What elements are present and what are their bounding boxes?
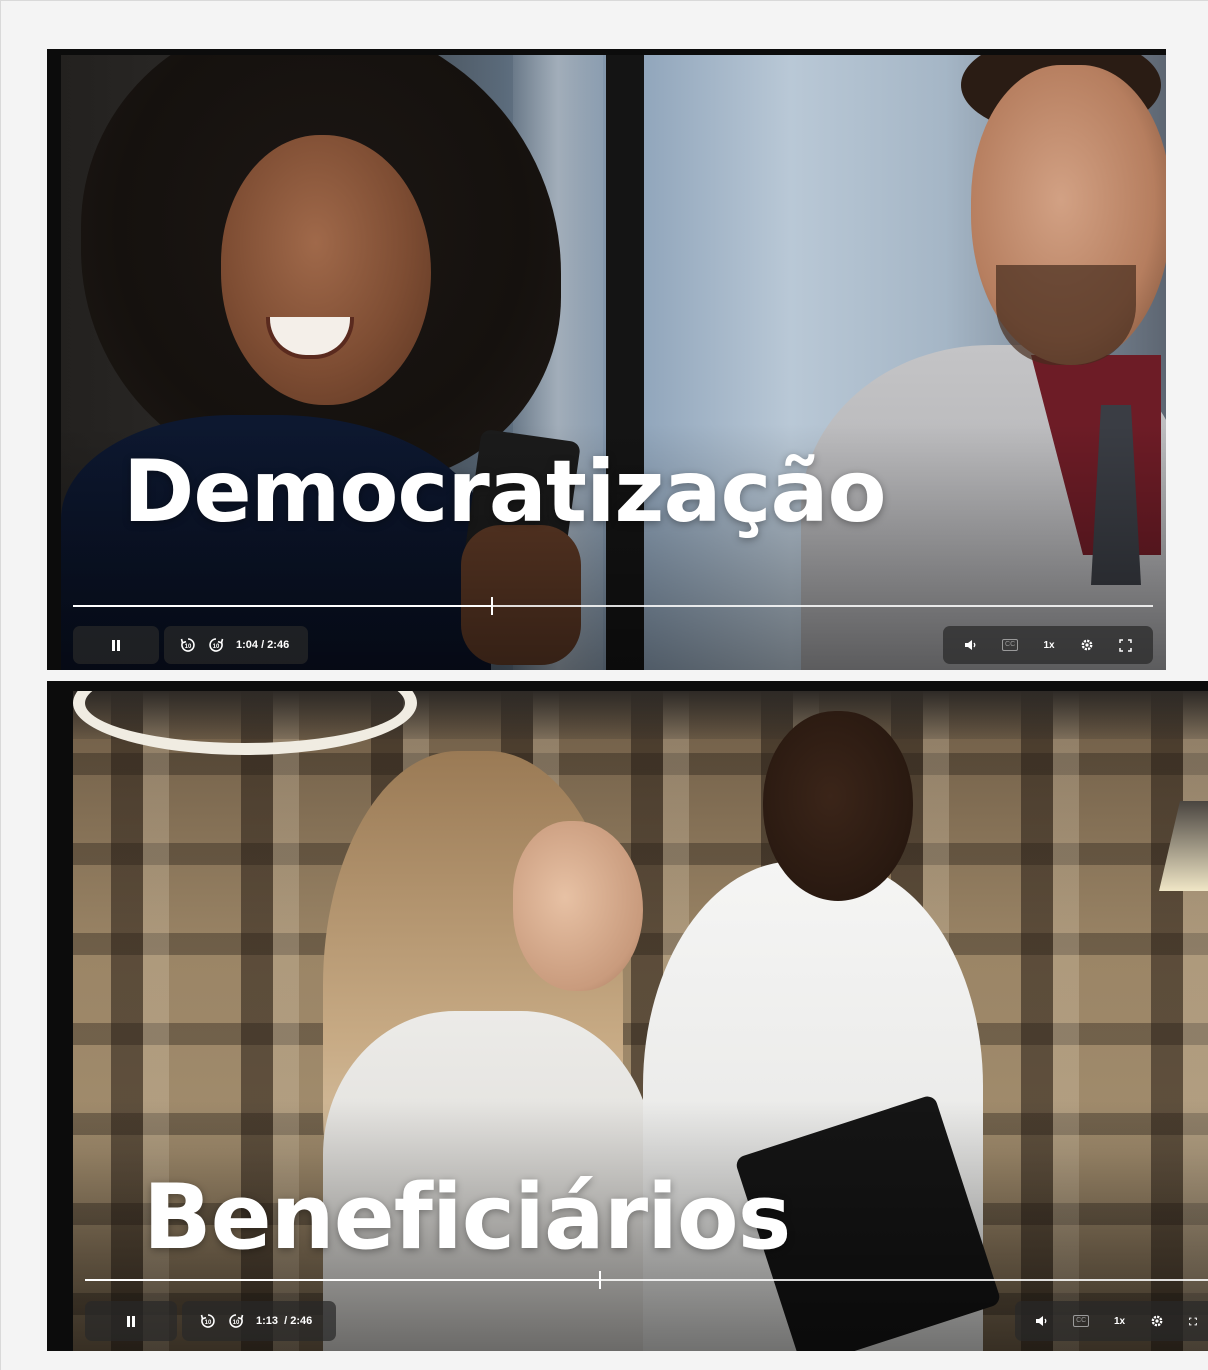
- right-controls: CC 1x: [943, 626, 1153, 664]
- rewind-10-button[interactable]: 10: [180, 637, 196, 653]
- progress-played: [85, 1279, 599, 1281]
- captions-button[interactable]: CC: [1002, 639, 1019, 651]
- captions-icon: CC: [1073, 1315, 1090, 1327]
- gear-icon: [1081, 639, 1093, 651]
- volume-icon: [1036, 1316, 1047, 1326]
- volume-icon: [964, 640, 976, 650]
- progress-handle[interactable]: [491, 597, 493, 615]
- video-overlay-title: Beneficiários: [143, 1165, 791, 1270]
- settings-button[interactable]: [1150, 1314, 1164, 1328]
- forward-10-button[interactable]: 10: [228, 1313, 244, 1329]
- svg-text:10: 10: [213, 644, 220, 650]
- right-controls: CC 1x: [1015, 1301, 1208, 1341]
- playback-speed-button[interactable]: 1x: [1043, 640, 1054, 651]
- settings-button[interactable]: [1080, 638, 1094, 652]
- forward-10-icon: 10: [229, 1314, 244, 1328]
- page: Democratização 10 10 1:04 / 2:46 CC 1x B…: [0, 0, 1208, 1370]
- video-frame[interactable]: [61, 55, 1166, 670]
- forward-10-button[interactable]: 10: [208, 637, 224, 653]
- time-display: 1:04 / 2:46: [236, 639, 290, 651]
- progress-bar[interactable]: [85, 1271, 1208, 1289]
- video-scene-image: [61, 55, 1166, 670]
- pause-button[interactable]: [73, 626, 159, 664]
- fullscreen-button[interactable]: [1119, 638, 1133, 652]
- forward-10-icon: 10: [209, 638, 224, 652]
- svg-text:10: 10: [185, 644, 192, 650]
- rewind-10-button[interactable]: 10: [200, 1313, 216, 1329]
- svg-text:10: 10: [233, 1320, 240, 1326]
- pause-icon: [127, 1315, 135, 1327]
- volume-button[interactable]: [964, 639, 977, 651]
- progress-played: [73, 605, 491, 607]
- volume-button[interactable]: [1035, 1315, 1048, 1327]
- video-player-1[interactable]: [47, 49, 1166, 670]
- progress-handle[interactable]: [599, 1271, 601, 1289]
- progress-bar[interactable]: [73, 597, 1153, 615]
- playback-controls: 10 10 1:04 / 2:46: [164, 626, 308, 664]
- fullscreen-button[interactable]: [1188, 1315, 1197, 1328]
- svg-text:10: 10: [205, 1320, 212, 1326]
- time-display: 1:13 / 2:46: [256, 1315, 313, 1327]
- captions-button[interactable]: CC: [1073, 1315, 1090, 1327]
- video-overlay-title: Democratização: [123, 442, 887, 542]
- fullscreen-icon: [1119, 638, 1133, 652]
- playback-controls: 10 10 1:13 / 2:46: [182, 1301, 336, 1341]
- fullscreen-icon: [1188, 1317, 1197, 1325]
- playback-speed-button[interactable]: 1x: [1114, 1316, 1125, 1327]
- gear-icon: [1151, 1315, 1163, 1327]
- rewind-10-icon: 10: [200, 1314, 215, 1328]
- pause-button[interactable]: [85, 1301, 177, 1341]
- pause-icon: [112, 639, 120, 651]
- captions-icon: CC: [1002, 639, 1019, 651]
- rewind-10-icon: 10: [180, 638, 195, 652]
